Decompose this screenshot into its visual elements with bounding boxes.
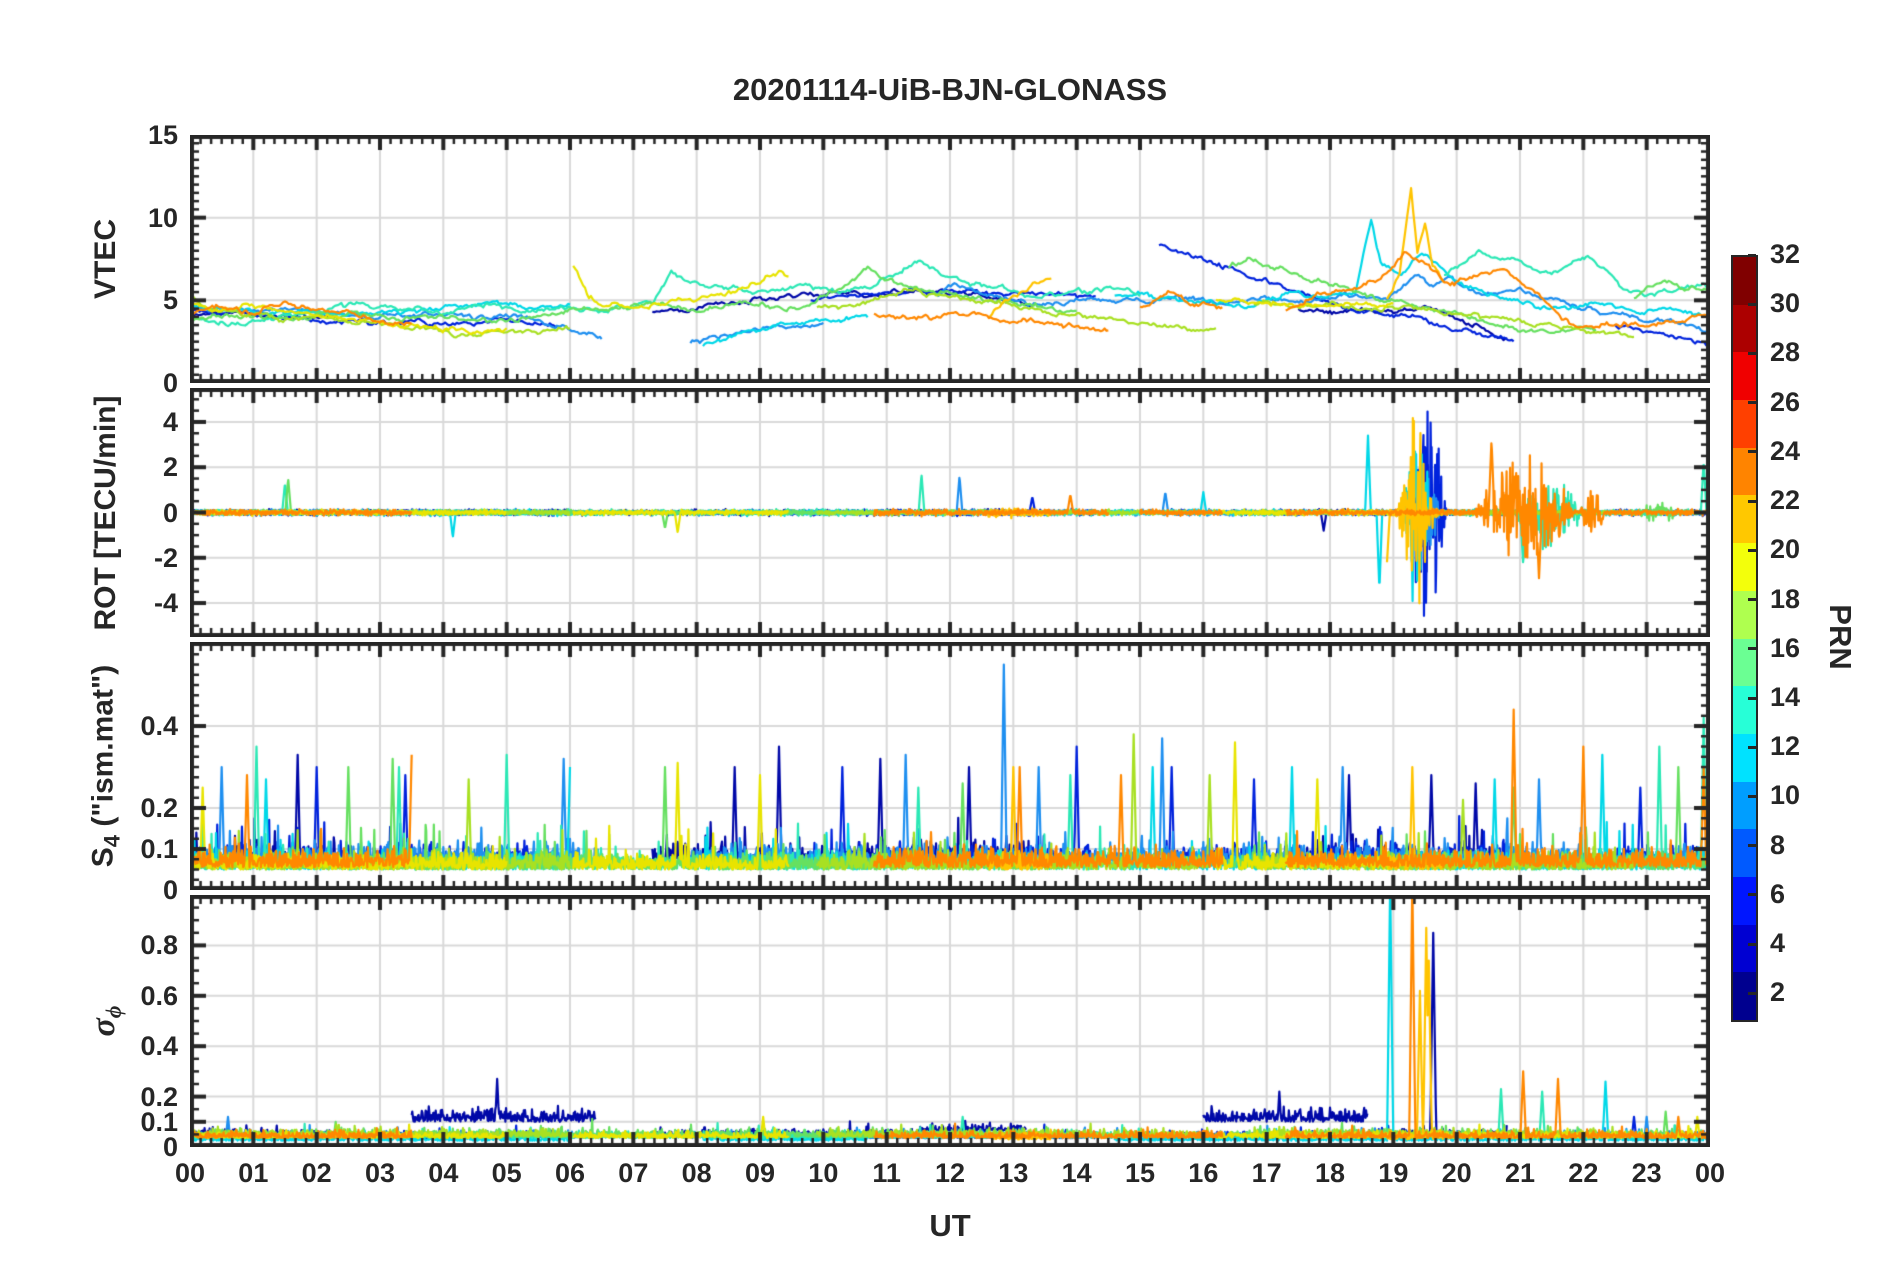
colorbar-band-5: [1733, 733, 1756, 782]
colorbar-tick-label-22: 22: [1770, 485, 1801, 516]
colorbar-band-7: [1733, 638, 1756, 687]
colorbar-band-13: [1733, 351, 1756, 401]
colorbar-band-11: [1733, 447, 1756, 496]
y-tick-label-sigma-phi-0.4: 0.4: [140, 1031, 178, 1062]
colorbar: [1731, 255, 1758, 1022]
colorbar-tick-label-30: 30: [1770, 288, 1801, 319]
colorbar-tick-18: [1748, 598, 1756, 602]
colorbar-band-1: [1733, 924, 1756, 973]
x-axis-label: UT: [929, 1208, 971, 1243]
rot-plot-canvas: [190, 388, 1710, 637]
y-tick-label-rot--2: -2: [153, 542, 178, 573]
colorbar-tick-6: [1748, 893, 1756, 897]
colorbar-band-3: [1733, 828, 1756, 877]
figure-title: 20201114-UiB-BJN-GLONASS: [732, 72, 1168, 107]
colorbar-tick-2: [1748, 991, 1756, 995]
colorbar-tick-label-8: 8: [1770, 829, 1786, 860]
panel-sigma-phi: [190, 895, 1710, 1147]
y-tick-label-rot-4: 4: [162, 406, 178, 437]
colorbar-tick-30: [1748, 302, 1756, 306]
colorbar-tick-10: [1748, 794, 1756, 798]
colorbar-tick-14: [1748, 696, 1756, 700]
y-tick-label-s4-0.4: 0.4: [140, 711, 178, 742]
colorbar-band-0: [1733, 971, 1756, 1020]
colorbar-tick-label-4: 4: [1770, 928, 1786, 959]
colorbar-tick-label-20: 20: [1770, 534, 1801, 565]
panel-s4: [190, 642, 1710, 890]
colorbar-band-4: [1733, 781, 1756, 830]
colorbar-band-12: [1733, 399, 1756, 448]
colorbar-tick-label-10: 10: [1770, 780, 1801, 811]
y-tick-label-vtec-15: 15: [147, 120, 178, 150]
y-tick-label-rot-2: 2: [162, 452, 178, 483]
colorbar-tick-32: [1748, 253, 1756, 257]
sigma-phi-plot-canvas: [190, 895, 1710, 1147]
x-tick-label-24-00: 00: [1694, 1158, 1726, 1188]
colorbar-band-15: [1733, 256, 1756, 305]
y-tick-label-vtec-0: 0: [162, 368, 178, 398]
colorbar-tick-24: [1748, 450, 1756, 454]
colorbar-tick-20: [1748, 548, 1756, 552]
y-tick-label-rot--4: -4: [153, 588, 178, 619]
y-tick-label-sigma-phi-0.6: 0.6: [140, 980, 178, 1011]
vtec-plot-canvas: [190, 135, 1710, 383]
colorbar-tick-label-12: 12: [1770, 731, 1801, 762]
colorbar-label: PRN: [1823, 603, 1858, 670]
colorbar-tick-label-28: 28: [1770, 337, 1801, 368]
y-tick-label-s4-0.1: 0.1: [140, 834, 178, 864]
colorbar-band-14: [1733, 304, 1756, 353]
colorbar-tick-label-32: 32: [1770, 239, 1801, 269]
colorbar-tick-12: [1748, 745, 1756, 749]
y-tick-label-s4-0: 0: [162, 875, 178, 905]
colorbar-tick-26: [1748, 401, 1756, 405]
colorbar-tick-label-24: 24: [1770, 435, 1801, 466]
colorbar-tick-label-6: 6: [1770, 878, 1786, 909]
y-tick-label-rot-0: 0: [162, 497, 178, 528]
colorbar-tick-28: [1748, 351, 1756, 355]
y-tick-label-sigma-phi-0.2: 0.2: [140, 1081, 178, 1112]
colorbar-tick-label-2: 2: [1770, 977, 1786, 1008]
colorbar-tick-8: [1748, 844, 1756, 848]
colorbar-tick-label-16: 16: [1770, 632, 1801, 663]
colorbar-tick-4: [1748, 942, 1756, 946]
colorbar-band-6: [1733, 685, 1756, 734]
figure: 20201114-UiB-BJN-GLONASS VTEC ROT [TECU/…: [0, 0, 1902, 1272]
y-tick-label-s4-0.2: 0.2: [140, 793, 178, 824]
colorbar-band-2: [1733, 876, 1756, 925]
y-tick-label-vtec-10: 10: [147, 202, 178, 233]
colorbar-tick-22: [1748, 499, 1756, 503]
colorbar-tick-label-18: 18: [1770, 583, 1801, 614]
colorbar-tick-16: [1748, 647, 1756, 651]
y-tick-label-vtec-5: 5: [162, 285, 178, 316]
colorbar-tick-label-14: 14: [1770, 682, 1801, 713]
s4-plot-canvas: [190, 642, 1710, 890]
y-tick-label-sigma-phi-0.8: 0.8: [140, 930, 178, 961]
panel-vtec: [190, 135, 1710, 383]
colorbar-tick-label-26: 26: [1770, 386, 1801, 417]
panel-rot: [190, 388, 1710, 637]
